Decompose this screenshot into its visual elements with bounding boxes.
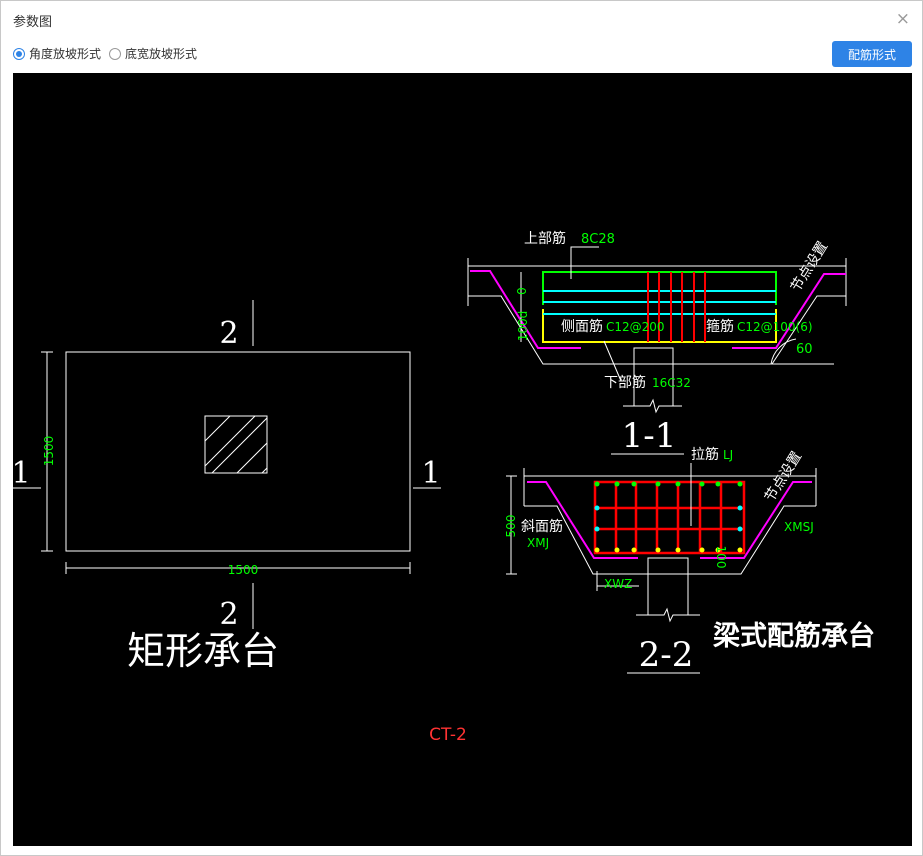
drawing-canvas: 2 2 1 1 1500 1500 矩形承台 上部筋 8C28 侧面筋 C12@… [11,73,912,846]
radio-unchecked-icon[interactable] [109,47,122,60]
section-label: 1 [421,456,440,491]
plan-title: 矩形承台 [127,629,279,673]
radio-checked-icon[interactable] [13,47,25,60]
xmsj-label: XMSJ [784,520,814,534]
section-label: 2 [219,316,238,351]
pier-leaders [596,463,700,623]
dim-text: 500 [504,515,518,538]
dim-text: 0 [515,287,529,295]
cad-drawing: 2 2 1 1 1500 1500 矩形承台 上部筋 8C28 侧面筋 C12@… [11,230,875,745]
section-2-2: 拉筋 LJ 斜面筋 XMJ XWZ XMSJ 500 100 节点设置 2-2 … [504,446,875,675]
top-rebar-label: 上部筋 [524,230,566,247]
radio-width-slope[interactable]: 底宽放坡形式 [109,45,197,62]
stirrup-value: C12@100(6) [737,320,813,334]
rebar-dot [675,481,681,487]
type-title: 梁式配筋承台 [713,620,875,652]
radio-label: 角度放坡形式 [29,47,102,61]
dim-text: 100 [714,546,728,569]
rebar-dot [594,526,600,532]
section-label: 1 [13,456,31,491]
rebar-dot [737,547,743,553]
rebar-dot [655,547,661,553]
rebar-dot [631,547,637,553]
side-rebar-label: 侧面筋 [561,318,603,335]
rebar-grid [595,482,744,553]
top-rebar-value: 8C28 [581,232,615,247]
radio-label: 底宽放坡形式 [125,47,198,61]
section-label: 2 [219,597,238,632]
bottom-rebar-value: 16C32 [652,376,691,390]
slope-rebar-value: XMJ [527,536,549,550]
section-title: 2-2 [639,635,694,675]
radio-angle-slope[interactable]: 角度放坡形式 [13,45,101,62]
rebar-dot [737,505,743,511]
close-icon[interactable]: × [896,9,910,29]
slope-mode-group: 角度放坡形式 底宽放坡形式 [13,45,205,62]
rebar-dot [737,526,743,532]
dim-text: 100d [516,311,530,342]
slope-rebar-label: 斜面筋 [521,518,563,535]
node-setting-label: 节点设置 [788,239,831,295]
dialog-title: 参数图 [13,15,53,30]
xwz-label: XWZ [604,577,632,591]
tie-value: LJ [723,448,733,462]
side-rebar-value: C12@200 [606,320,665,334]
rebar-dot [631,481,637,487]
rebar-dot [594,547,600,553]
rebar-dot [614,547,620,553]
rebar-dot [715,481,721,487]
rebar-dot [699,481,705,487]
hatch-lines [204,415,268,474]
cap-outline [65,351,411,552]
rebar-dot [655,481,661,487]
section-1-1: 上部筋 8C28 侧面筋 C12@200 箍筋 C12@100(6) 下部筋 1… [467,230,847,456]
dim-text: 1500 [228,563,259,577]
dim-text: 1500 [42,436,56,467]
section-title: 1-1 [622,416,677,456]
rebar-dot [675,547,681,553]
rebar-dot [614,481,620,487]
rebar-dot [699,547,705,553]
rebar-dot [737,481,743,487]
stirrup-label: 箍筋 [706,318,734,335]
rebar-form-button[interactable]: 配筋形式 [832,41,912,67]
dimension-lines [41,351,411,574]
parameter-dialog: 参数图 × 角度放坡形式 底宽放坡形式 配筋形式 2 2 1 1 1500 15… [0,0,923,856]
bottom-rebar-label: 下部筋 [604,374,646,391]
column-hatch [204,415,268,474]
rebar-dot [594,505,600,511]
rebar-dot [594,481,600,487]
plan-view: 2 2 1 1 1500 1500 矩形承台 [11,300,441,673]
tie-label: 拉筋 [691,446,719,463]
angle-text: 60 [796,342,813,357]
cap-code: CT-2 [429,725,467,745]
